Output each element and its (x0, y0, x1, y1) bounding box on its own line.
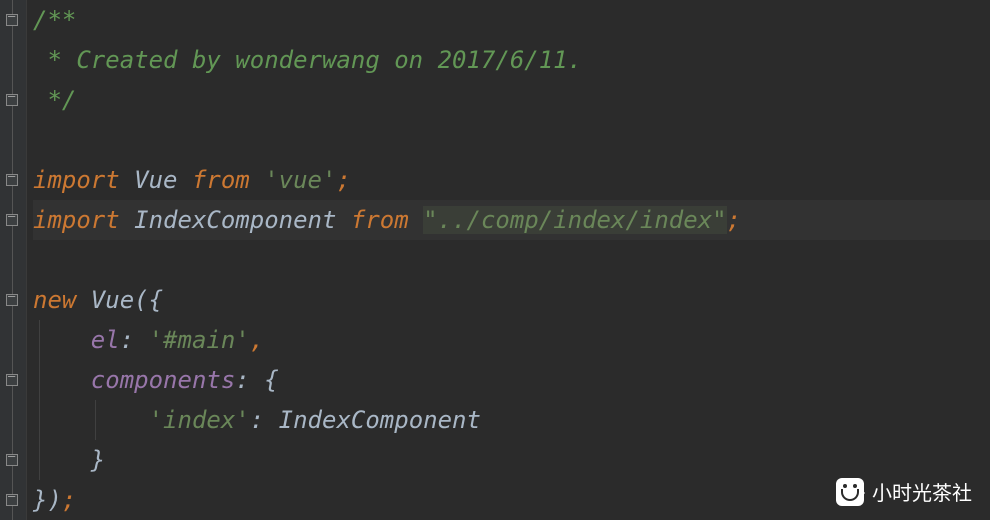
indent-space (33, 406, 149, 434)
code-area[interactable]: /** * Created by wonderwang on 2017/6/11… (27, 0, 990, 520)
token-kw: new (33, 286, 91, 314)
token-pu: ; (727, 206, 741, 234)
indent-space (33, 326, 91, 354)
fold-toggle-icon[interactable] (6, 494, 18, 506)
token-doc: * Created by wonderwang on 2017/6/11. (33, 46, 582, 74)
token-str: 'index' (149, 406, 250, 434)
token-doc: */ (33, 86, 76, 114)
fold-toggle-icon[interactable] (6, 214, 18, 226)
indent-guide (39, 400, 40, 440)
editor-gutter (0, 0, 27, 520)
fold-toggle-icon[interactable] (6, 294, 18, 306)
token-kw: import (33, 166, 134, 194)
token-id: : (120, 326, 149, 354)
fold-guide-line (12, 0, 13, 520)
token-pu: ; (62, 486, 76, 514)
token-str: '#main' (149, 326, 250, 354)
indent-space (33, 366, 91, 394)
code-line[interactable] (33, 240, 990, 280)
fold-toggle-icon[interactable] (6, 374, 18, 386)
wechat-chat-icon (836, 478, 864, 506)
indent-space (33, 446, 91, 474)
code-line[interactable]: } (33, 440, 990, 480)
token-kw: from (192, 166, 264, 194)
fold-toggle-icon[interactable] (6, 94, 18, 106)
token-doc: /** (33, 6, 76, 34)
indent-guide (39, 320, 40, 360)
token-id: }) (33, 486, 62, 514)
code-line[interactable]: /** (33, 0, 990, 40)
fold-toggle-icon[interactable] (6, 14, 18, 26)
token-strhl: "../comp/index/index" (423, 206, 726, 234)
watermark: 小时光茶社 (836, 477, 972, 506)
token-id: Vue (134, 166, 192, 194)
token-id: : IndexComponent (250, 406, 481, 434)
code-line[interactable]: import Vue from 'vue'; (33, 160, 990, 200)
code-line[interactable]: new Vue({ (33, 280, 990, 320)
token-prop: el (91, 326, 120, 354)
code-line[interactable] (33, 120, 990, 160)
token-pu: , (250, 326, 264, 354)
watermark-text: 小时光茶社 (872, 477, 972, 506)
fold-toggle-icon[interactable] (6, 454, 18, 466)
code-line[interactable]: import IndexComponent from "../comp/inde… (33, 200, 990, 240)
indent-guide (39, 440, 40, 480)
token-id: } (91, 446, 105, 474)
token-id: : { (235, 366, 278, 394)
token-prop: components (91, 366, 236, 394)
fold-toggle-icon[interactable] (6, 174, 18, 186)
code-editor[interactable]: /** * Created by wonderwang on 2017/6/11… (0, 0, 990, 520)
token-str: 'vue' (264, 166, 336, 194)
code-line[interactable]: 'index': IndexComponent (33, 400, 990, 440)
token-kw: from (351, 206, 423, 234)
code-line[interactable]: components: { (33, 360, 990, 400)
token-pu: ; (336, 166, 350, 194)
indent-guide (39, 360, 40, 400)
code-line[interactable]: */ (33, 80, 990, 120)
token-id: IndexComponent (134, 206, 351, 234)
code-line[interactable]: * Created by wonderwang on 2017/6/11. (33, 40, 990, 80)
token-id: Vue({ (91, 286, 163, 314)
code-line[interactable]: el: '#main', (33, 320, 990, 360)
indent-guide (95, 400, 96, 440)
token-kw: import (33, 206, 134, 234)
